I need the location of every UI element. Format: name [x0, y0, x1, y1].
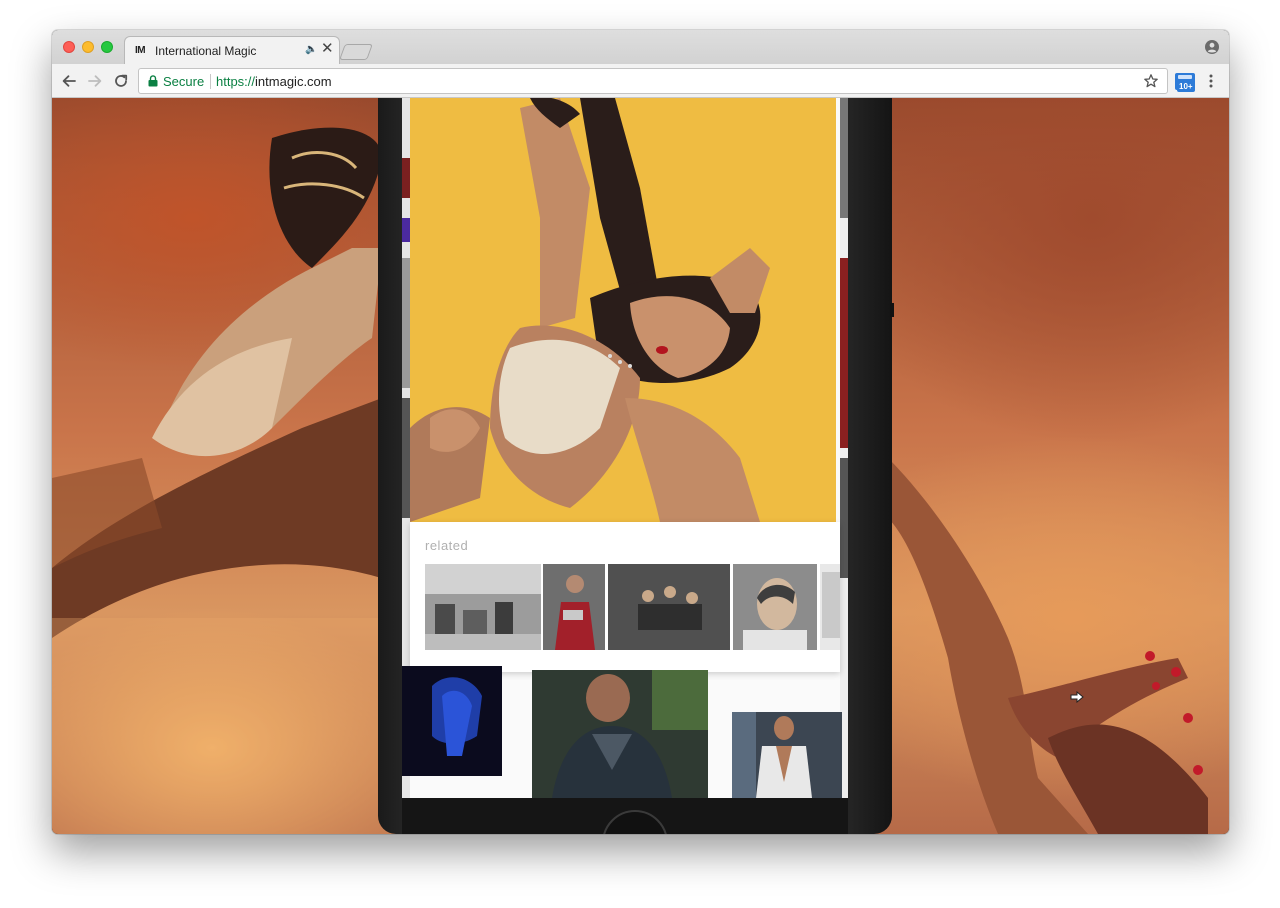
related-thumb-3[interactable] [608, 564, 730, 650]
related-thumb-4[interactable] [733, 564, 817, 650]
related-thumb-1[interactable] [425, 564, 541, 650]
tab-title: International Magic [155, 44, 257, 58]
background-figure-left [52, 127, 432, 834]
star-icon[interactable] [1143, 73, 1159, 89]
adjacent-card-strip-right [840, 98, 848, 798]
url-text[interactable]: https://intmagic.com [216, 74, 332, 89]
browser-toolbar: Secure https://intmagic.com 10+ [52, 64, 1229, 98]
close-window-button[interactable] [63, 41, 75, 53]
audio-playing-icon[interactable]: 🔈 [305, 44, 317, 55]
tab-international-magic[interactable]: IM International Magic 🔈 ✕ [124, 36, 340, 64]
home-button[interactable] [602, 810, 668, 834]
url-scheme: https:// [216, 74, 256, 89]
reload-icon[interactable] [112, 72, 130, 90]
related-heading: related [425, 538, 469, 553]
lock-icon[interactable] [148, 75, 158, 87]
url-host: intmagic.com [255, 74, 332, 89]
page-viewport: related [52, 98, 1229, 834]
grid-tile-white-coat-figure[interactable] [732, 712, 842, 798]
profile-icon[interactable] [1205, 40, 1219, 54]
hero-photo[interactable] [410, 98, 836, 522]
background-figure-right [888, 458, 1208, 834]
address-bar[interactable]: Secure https://intmagic.com [138, 68, 1168, 94]
secure-label[interactable]: Secure [163, 74, 204, 89]
phone-mockup: related [378, 98, 892, 834]
extension-badge: 10+ [1177, 81, 1195, 92]
zoom-window-button[interactable] [101, 41, 113, 53]
tab-strip: IM International Magic 🔈 ✕ [52, 30, 1229, 64]
pointer-cursor-icon [1070, 691, 1084, 703]
related-panel: related [410, 522, 840, 672]
new-tab-button[interactable] [339, 44, 373, 60]
grid-tile-jacket-figure[interactable] [532, 670, 708, 798]
back-arrow-icon[interactable] [60, 72, 78, 90]
phone-screen[interactable]: related [402, 98, 848, 798]
forward-arrow-icon[interactable] [86, 72, 104, 90]
dancer-illustration [410, 98, 836, 522]
kebab-menu-icon[interactable] [1205, 73, 1217, 89]
minimize-window-button[interactable] [82, 41, 94, 53]
tab-close-icon[interactable]: ✕ [321, 40, 334, 57]
related-thumb-2[interactable] [543, 564, 605, 650]
related-thumb-5-partial[interactable] [820, 564, 840, 650]
omnibox-divider [210, 74, 211, 89]
browser-window: IM International Magic 🔈 ✕ Secure https:… [52, 30, 1229, 834]
site-favicon-icon: IM [135, 45, 146, 56]
phone-chin [402, 798, 848, 834]
phone-side-button [890, 303, 894, 317]
grid-tile-blue-figure[interactable] [402, 666, 502, 776]
